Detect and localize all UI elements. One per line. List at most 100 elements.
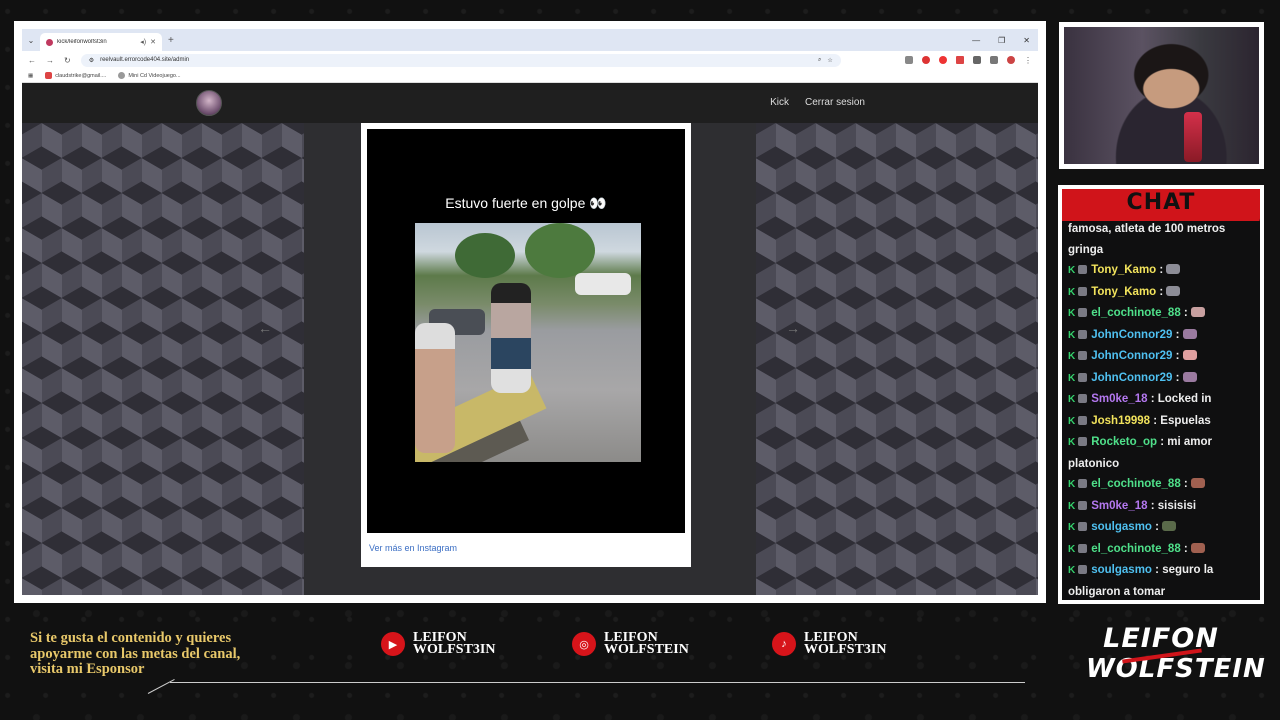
chat-username[interactable]: el_cochinote_88 — [1091, 543, 1180, 555]
extension-icon[interactable] — [990, 56, 998, 64]
emote-icon — [1182, 371, 1197, 382]
chat-username[interactable]: Rocketo_op — [1091, 436, 1157, 448]
microphone — [1184, 112, 1202, 162]
reload-icon[interactable]: ↻ — [64, 56, 71, 65]
apps-grid-icon[interactable]: ▦ — [28, 73, 33, 79]
back-icon[interactable]: ← — [28, 56, 36, 65]
brand-line: WOLFSTEIN — [1086, 654, 1266, 684]
speaker-icon[interactable]: ◂) — [140, 38, 146, 46]
chat-username[interactable]: el_cochinote_88 — [1091, 307, 1180, 319]
prev-arrow-icon[interactable]: ← — [258, 320, 272, 336]
chat-username[interactable]: soulgasmo — [1091, 564, 1152, 576]
chat-message: K Tony_Kamo : — [1068, 260, 1254, 282]
user-badge-icon — [1078, 286, 1088, 296]
tab-bar: ⌄ kick/leifonwolfst3in ◂) ✕ + — ❐ ✕ — [22, 29, 1038, 51]
kick-badge-icon: K — [1068, 479, 1076, 490]
browser-window: ⌄ kick/leifonwolfst3in ◂) ✕ + — ❐ ✕ ← → … — [22, 29, 1038, 595]
tab-close-icon[interactable]: ✕ — [150, 38, 156, 46]
instagram-link[interactable]: Ver más en Instagram — [367, 543, 685, 553]
user-badge-icon — [1078, 415, 1088, 425]
user-badge-icon — [1078, 437, 1088, 446]
youtube-icon: ▶ — [381, 632, 405, 656]
nav-links: Kick Cerrar sesion — [770, 97, 865, 108]
chat-username[interactable]: el_cochinote_88 — [1091, 478, 1180, 490]
webpage: Kick Cerrar sesion ← → Estuvo fuerte en … — [22, 83, 1038, 595]
kick-badge-icon: K — [1068, 329, 1076, 341]
site-info-icon[interactable]: ⚙ — [89, 57, 94, 64]
social-youtube: ▶ LEIFON WOLFST3IN — [381, 631, 496, 657]
chat-username[interactable]: JohnConnor29 — [1091, 329, 1172, 341]
bookmark-item[interactable]: Mini Cd Videojuego... — [118, 72, 181, 79]
next-arrow-icon[interactable]: → — [786, 320, 800, 336]
extension-icon[interactable] — [939, 56, 947, 64]
browser-capture-frame: ⌄ kick/leifonwolfst3in ◂) ✕ + — ❐ ✕ ← → … — [14, 21, 1046, 603]
site-logo-icon[interactable] — [196, 90, 222, 116]
chat-username[interactable]: JohnConnor29 — [1091, 372, 1172, 384]
chat-message: K JohnConnor29 : — [1068, 325, 1254, 347]
menu-icon[interactable]: ⋮ — [1024, 56, 1032, 65]
minimize-icon[interactable]: — — [972, 36, 980, 45]
background-pattern-right — [756, 123, 1038, 595]
video-tree — [525, 223, 595, 278]
chat-message: K JohnConnor29 : — [1068, 346, 1254, 368]
zoom-icon[interactable]: ⌕ — [818, 57, 821, 64]
divider — [170, 682, 1025, 683]
maximize-icon[interactable]: ❐ — [998, 36, 1005, 45]
user-badge-icon — [1078, 351, 1088, 360]
post-media[interactable]: Estuvo fuerte en golpe 👀 — [367, 129, 685, 533]
address-bar[interactable]: ⚙ reelvault.errorcode404.site/admin ⌕ ☆ — [80, 53, 841, 67]
chat-frame: CHAT famosa, atleta de 100 metros gringa… — [1058, 185, 1264, 604]
chat-username[interactable]: soulgasmo — [1091, 521, 1152, 533]
profile-avatar-icon[interactable] — [1007, 56, 1015, 64]
extension-icon[interactable] — [905, 56, 913, 64]
chat-text: famosa, atleta de 100 metros gringa — [1068, 223, 1226, 256]
bookmark-item[interactable]: claudstrike@gmail.... — [45, 72, 106, 79]
chat-username[interactable]: Sm0ke_18 — [1091, 393, 1147, 405]
gmail-extension-icon[interactable] — [956, 56, 964, 64]
chat-message: Ksoulgasmo : seguro la obligaron a tomar — [1068, 564, 1214, 598]
window-controls: — ❐ ✕ — [972, 36, 1038, 45]
kick-badge-icon: K — [1068, 308, 1076, 319]
forward-icon[interactable]: → — [46, 56, 54, 65]
browser-tab[interactable]: kick/leifonwolfst3in ◂) ✕ — [40, 33, 162, 51]
chat-messages: famosa, atleta de 100 metros gringa K Tony… — [1068, 219, 1254, 600]
browser-toolbar: ← → ↻ ⚙ reelvault.errorcode404.site/admi… — [22, 51, 1038, 69]
emote-icon — [1182, 350, 1197, 360]
chat-username[interactable]: JohnConnor29 — [1091, 350, 1172, 362]
new-tab-button[interactable]: + — [168, 35, 174, 46]
brand-logo: LEIFON WOLFSTEIN — [1086, 624, 1266, 685]
sponsor-line: visita mi Esponsor — [30, 661, 145, 677]
address-url: reelvault.errorcode404.site/admin — [100, 57, 190, 63]
chat-message: famosa, atleta de 100 metros gringa — [1068, 219, 1254, 260]
nav-link-logout[interactable]: Cerrar sesion — [805, 97, 865, 108]
chat-message: K JohnConnor29 : — [1068, 368, 1254, 390]
chat-username[interactable]: Tony_Kamo — [1091, 286, 1156, 298]
sponsor-line: Si te gusta el contenido y quieres — [30, 630, 232, 646]
chat-username[interactable]: Sm0ke_18 — [1091, 500, 1147, 512]
extensions-puzzle-icon[interactable] — [973, 56, 981, 64]
kick-badge-icon: K — [1068, 522, 1076, 533]
chat-username[interactable]: Josh19998 — [1091, 415, 1150, 427]
kick-badge-icon: K — [1068, 437, 1076, 448]
tab-search-icon[interactable]: ⌄ — [22, 36, 40, 45]
social-name-line: WOLFST3IN — [413, 642, 496, 657]
webcam-frame — [1059, 22, 1264, 169]
tiktok-icon: ♪ — [772, 632, 796, 656]
emote-icon — [1190, 478, 1205, 488]
user-badge-icon — [1078, 565, 1088, 574]
user-badge-icon — [1078, 329, 1088, 339]
user-badge-icon — [1078, 522, 1088, 531]
bookmark-star-icon[interactable]: ☆ — [827, 57, 832, 64]
extension-icon[interactable] — [922, 56, 930, 64]
user-badge-icon — [1078, 308, 1088, 317]
tab-favicon-icon — [46, 38, 53, 46]
social-instagram: ◎ LEIFON WOLFSTEIN — [572, 631, 689, 657]
webcam-feed — [1064, 27, 1259, 164]
post-video[interactable] — [415, 223, 641, 462]
video-tree — [455, 233, 515, 278]
instagram-embed: Estuvo fuerte en golpe 👀 Ver más en Inst… — [361, 123, 691, 567]
chat-text: Locked in — [1157, 393, 1212, 405]
chat-username[interactable]: Tony_Kamo — [1091, 264, 1156, 276]
close-window-icon[interactable]: ✕ — [1023, 36, 1030, 45]
nav-link-kick[interactable]: Kick — [770, 97, 789, 108]
